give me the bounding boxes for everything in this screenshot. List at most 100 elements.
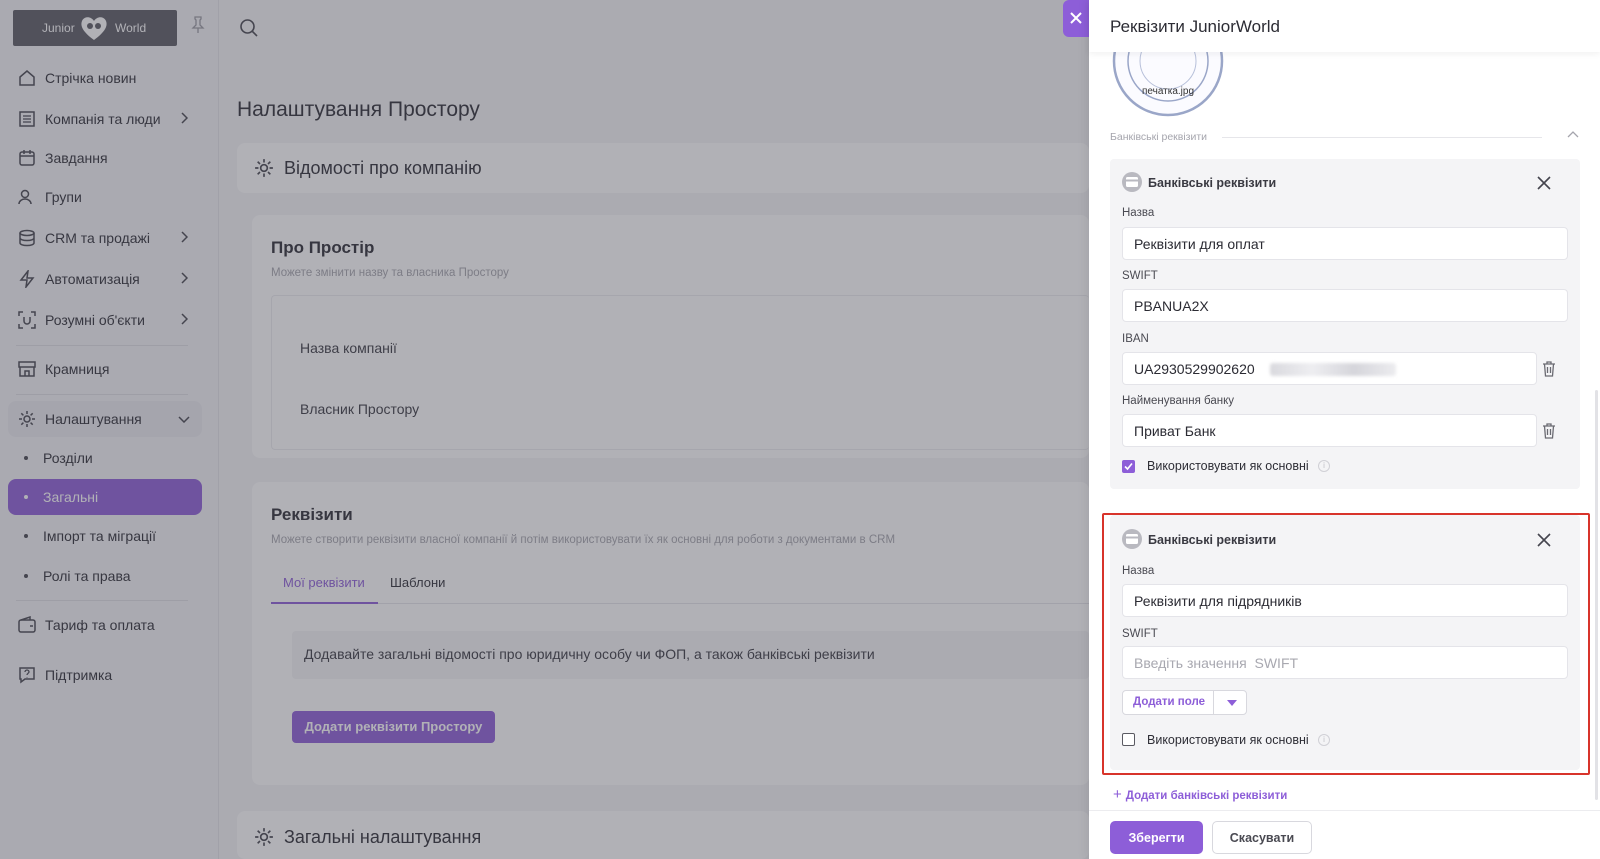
bullet xyxy=(24,495,28,499)
company-info-card-header[interactable]: Відомості про компанію xyxy=(237,143,1089,193)
chevron-right-icon xyxy=(181,313,188,325)
sidebar-item-automation[interactable]: Автоматизація xyxy=(8,261,202,297)
close-icon xyxy=(1070,12,1082,24)
tab-templates[interactable]: Шаблони xyxy=(390,575,445,590)
use-default-checkbox[interactable] xyxy=(1122,460,1135,473)
bullet xyxy=(24,574,28,578)
sidebar-item-groups[interactable]: Групи xyxy=(8,179,202,215)
sidebar-subitem-roles[interactable]: Ролі та права xyxy=(8,558,202,594)
swift-field[interactable] xyxy=(1122,646,1568,679)
gear-icon xyxy=(255,828,273,846)
trash-icon[interactable] xyxy=(1542,423,1556,439)
general-settings-card-header[interactable]: Загальні налаштування xyxy=(237,811,1089,859)
bank-details-block-2: Банківські реквізити Назва SWIFT Додати … xyxy=(1110,515,1580,770)
logo-text-right: World xyxy=(115,21,147,35)
sidebar-item-crm[interactable]: CRM та продажі xyxy=(8,220,202,256)
calendar-icon xyxy=(19,150,35,166)
drawer-header: Реквізити JuniorWorld xyxy=(1089,0,1600,52)
cancel-button[interactable]: Скасувати xyxy=(1212,821,1312,854)
section-hint: Можете створити реквізити власної компан… xyxy=(271,534,896,546)
name-field[interactable] xyxy=(1122,227,1568,260)
coins-icon xyxy=(19,229,35,247)
about-form: Назва компанії Власник Простору xyxy=(271,295,1089,450)
bank-card-icon xyxy=(1122,529,1142,549)
sidebar-item-smart-objects[interactable]: Розумні об'єкти xyxy=(8,302,202,338)
search-icon[interactable] xyxy=(239,18,259,38)
home-icon xyxy=(19,70,35,86)
sidebar-item-label: Загальні xyxy=(43,489,99,505)
sidebar-item-label: Компанія та люди xyxy=(45,111,161,127)
check-icon xyxy=(1124,462,1133,471)
chevron-right-icon xyxy=(181,231,188,243)
save-button[interactable]: Зберегти xyxy=(1110,821,1203,854)
bank-details-block-1: Банківські реквізити Назва SWIFT IBAN UA… xyxy=(1110,159,1580,489)
card-title: Відомості про компанію xyxy=(284,158,482,178)
sidebar-item-label: Автоматизація xyxy=(45,271,140,287)
trash-icon[interactable] xyxy=(1542,361,1556,377)
bank-name-label: Найменування банку xyxy=(1122,395,1235,407)
iban-label: IBAN xyxy=(1122,333,1149,345)
sidebar-item-label: Завдання xyxy=(45,150,108,166)
sidebar-item-label: Підтримка xyxy=(45,667,113,683)
close-icon[interactable] xyxy=(1537,533,1551,547)
pin-icon[interactable] xyxy=(191,16,205,34)
users-icon xyxy=(18,189,32,205)
sidebar-item-label: CRM та продажі xyxy=(45,230,150,246)
drawer-footer: Зберегти Скасувати xyxy=(1089,810,1600,859)
sidebar-item-companies[interactable]: Компанія та люди xyxy=(8,101,202,137)
divider xyxy=(16,394,188,395)
main-content: Налаштування Простору Відомості про комп… xyxy=(219,0,1089,859)
iban-value: UA2930529902620 xyxy=(1134,361,1255,377)
add-bank-details-link[interactable]: + Додати банківські реквізити xyxy=(1113,786,1287,803)
sidebar-item-label: Розумні об'єкти xyxy=(45,312,145,328)
scrollbar[interactable] xyxy=(1595,390,1598,800)
bank-section-label: Банківські реквізити xyxy=(1110,131,1208,143)
add-field-dropdown-button[interactable]: Додати поле xyxy=(1122,690,1247,715)
about-space-card: Про Простір Можете змінити назву та влас… xyxy=(252,215,1089,458)
logo[interactable]: Junior World xyxy=(13,10,177,46)
stamp-image[interactable]: печатка.jpg xyxy=(1111,52,1225,118)
sidebar-item-label: Розділи xyxy=(43,450,93,466)
owner-label: Власник Простору xyxy=(300,401,420,417)
chevron-right-icon xyxy=(181,112,188,124)
caret-down-icon[interactable] xyxy=(1227,700,1237,706)
sidebar-item-support[interactable]: Підтримка xyxy=(8,657,202,693)
tab-my-requisites[interactable]: Мої реквізити xyxy=(283,575,365,590)
scan-icon xyxy=(18,311,36,329)
store-icon xyxy=(18,361,36,377)
bank-name-field[interactable] xyxy=(1122,414,1537,447)
sidebar-subitem-general[interactable]: Загальні xyxy=(8,479,202,515)
sidebar-subitem-sections[interactable]: Розділи xyxy=(8,440,202,476)
active-tab-indicator xyxy=(271,602,378,604)
iban-field[interactable]: UA2930529902620 xyxy=(1122,352,1537,385)
info-icon[interactable]: i xyxy=(1318,460,1330,472)
bank-card-icon xyxy=(1122,172,1142,192)
add-space-requisites-button[interactable]: Додати реквізити Простору xyxy=(292,711,495,743)
sidebar-item-label: Імпорт та міграції xyxy=(43,528,157,544)
use-default-checkbox[interactable] xyxy=(1122,733,1135,746)
page-title: Налаштування Простору xyxy=(237,98,480,121)
divider xyxy=(16,600,188,601)
sidebar-item-tasks[interactable]: Завдання xyxy=(8,140,202,176)
sidebar-item-news[interactable]: Стрічка новин xyxy=(8,60,202,96)
close-drawer-button[interactable] xyxy=(1063,0,1089,37)
sidebar-item-settings[interactable]: Налаштування xyxy=(8,401,202,437)
requisites-info-box: Додавайте загальні відомості про юридичн… xyxy=(292,631,1089,679)
sidebar-item-label: Тариф та оплата xyxy=(45,617,155,633)
info-icon[interactable]: i xyxy=(1318,734,1330,746)
swift-field[interactable] xyxy=(1122,289,1568,322)
close-icon[interactable] xyxy=(1537,176,1551,190)
sidebar-subitem-import[interactable]: Імпорт та міграції xyxy=(8,518,202,554)
chevron-up-icon[interactable] xyxy=(1567,130,1579,138)
tabs-divider xyxy=(271,603,1089,604)
sidebar-item-label: Ролі та права xyxy=(43,568,131,584)
swift-label: SWIFT xyxy=(1122,270,1158,282)
plus-icon: + xyxy=(1113,786,1122,803)
logo-row: Junior World xyxy=(13,10,213,46)
use-default-label: Використовувати як основні xyxy=(1147,733,1309,747)
bank-block-title: Банківські реквізити xyxy=(1148,533,1277,547)
name-field[interactable] xyxy=(1122,584,1568,617)
sidebar-item-tariff[interactable]: Тариф та оплата xyxy=(8,607,202,643)
bullet xyxy=(24,534,28,538)
sidebar-item-shop[interactable]: Крамниця xyxy=(8,351,202,387)
